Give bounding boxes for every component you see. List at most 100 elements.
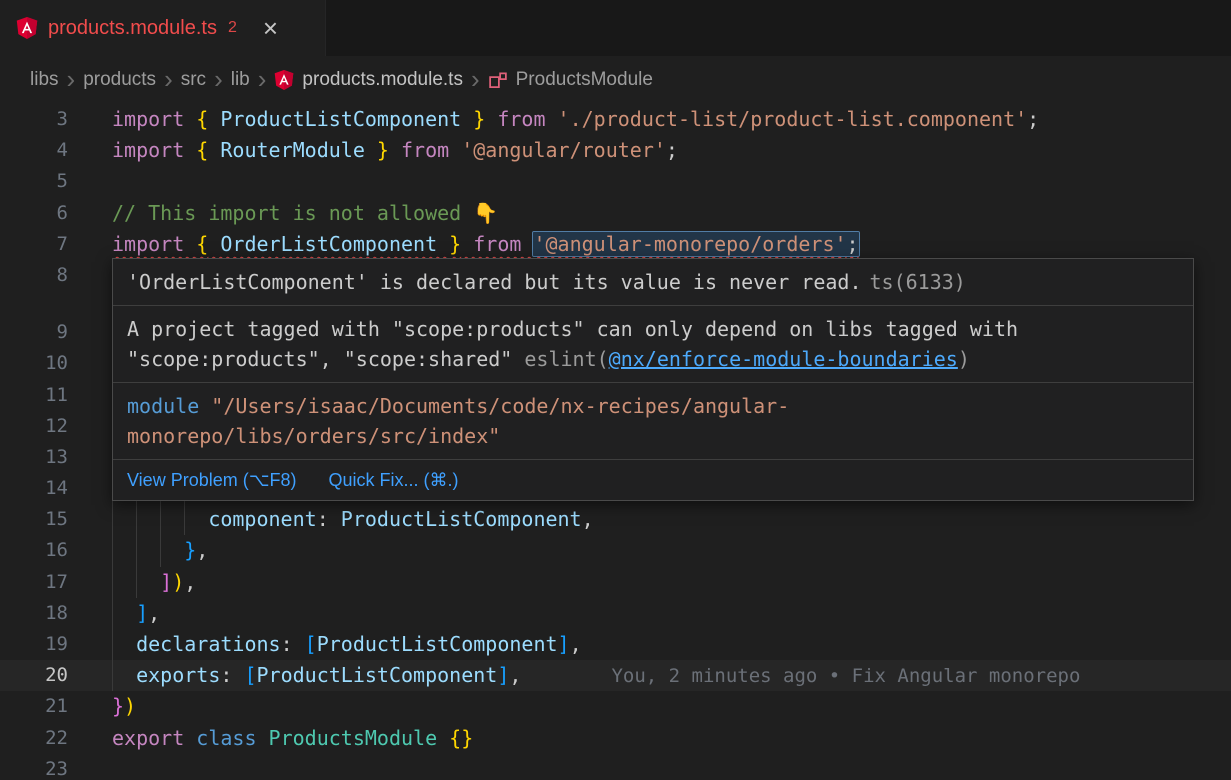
hover-eslint-diagnostic: A project tagged with "scope:products" c… (113, 305, 1193, 382)
angular-icon (274, 70, 294, 90)
line-code: import { RouterModule } from '@angular/r… (68, 135, 678, 166)
code-line[interactable]: 23 (0, 754, 1231, 780)
eslint-source-prefix: eslint( (524, 347, 608, 371)
tab-products-module[interactable]: products.module.ts 2 × (0, 0, 326, 56)
code-line[interactable]: 3import { ProductListComponent } from '.… (0, 104, 1231, 135)
code-line[interactable]: 4import { RouterModule } from '@angular/… (0, 135, 1231, 166)
indent-guide (112, 567, 136, 598)
breadcrumb-item-file[interactable]: products.module.ts (274, 69, 463, 91)
indent-guide (112, 504, 136, 535)
indent-guide (112, 629, 136, 660)
eslint-source-suffix: ) (958, 347, 970, 371)
line-number[interactable]: 13 (0, 442, 68, 473)
indent-guide (112, 535, 136, 566)
line-code (68, 166, 112, 197)
code-line[interactable]: 15component: ProductListComponent, (0, 504, 1231, 535)
chevron-right-icon: › (59, 66, 84, 95)
tab-title: products.module.ts (48, 17, 217, 40)
quick-fix-action[interactable]: Quick Fix... (⌘.) (328, 466, 458, 494)
line-number[interactable]: 23 (0, 754, 68, 780)
line-code: import { ProductListComponent } from './… (68, 104, 1039, 135)
breadcrumb-item-lib[interactable]: lib (231, 69, 250, 91)
line-number[interactable]: 9 (0, 317, 68, 348)
git-blame-annotation: You, 2 minutes ago • Fix Angular monorep… (611, 665, 1080, 687)
indent-guide (160, 504, 184, 535)
module-path-line-2: monorepo/libs/orders/src/index" (127, 421, 1179, 451)
line-number[interactable]: 6 (0, 198, 68, 229)
chevron-right-icon: › (156, 66, 181, 95)
line-code: // This import is not allowed 👇 (68, 198, 498, 229)
code-line[interactable]: 20exports: [ProductListComponent],You, 2… (0, 660, 1231, 691)
breadcrumb-item-symbol[interactable]: ProductsModule (488, 69, 653, 91)
breadcrumb-item-libs[interactable]: libs (30, 69, 59, 91)
line-number[interactable]: 20 (0, 660, 68, 691)
eslint-message-line-1: A project tagged with "scope:products" c… (127, 314, 1179, 344)
line-code: declarations: [ProductListComponent], (68, 629, 582, 660)
breadcrumb-item-src[interactable]: src (181, 69, 206, 91)
chevron-right-icon: › (463, 66, 488, 95)
line-number[interactable]: 7 (0, 229, 68, 260)
breadcrumb: libs › products › src › lib › products.m… (0, 56, 1231, 104)
hover-status-bar: View Problem (⌥F8) Quick Fix... (⌘.) (113, 459, 1193, 500)
class-symbol-icon (488, 70, 508, 90)
code-line[interactable]: 18], (0, 598, 1231, 629)
line-number[interactable]: 15 (0, 504, 68, 535)
hover-word-highlight: '@angular-monorepo/orders'; (533, 232, 858, 256)
hover-widget: 'OrderListComponent' is declared but its… (112, 258, 1194, 501)
line-code: ]), (68, 567, 196, 598)
code-line[interactable]: 7import { OrderListComponent } from '@an… (0, 229, 1231, 260)
indent-guide (184, 504, 208, 535)
indent-guide (160, 535, 184, 566)
code-editor: 3import { ProductListComponent } from '.… (0, 104, 1231, 780)
close-icon[interactable]: × (263, 15, 278, 41)
tab-problem-count-badge: 2 (228, 19, 237, 37)
line-number[interactable]: 18 (0, 598, 68, 629)
line-number[interactable]: 5 (0, 166, 68, 197)
line-number[interactable]: 12 (0, 411, 68, 442)
eslint-message-line-2: "scope:products", "scope:shared" eslint(… (127, 344, 1179, 374)
line-code: export class ProductsModule {} (68, 723, 473, 754)
module-keyword: module (127, 394, 211, 418)
chevron-right-icon: › (250, 66, 275, 95)
ts-diagnostic-source: ts(6133) (870, 270, 966, 294)
angular-icon (16, 17, 38, 39)
code-line[interactable]: 17]), (0, 567, 1231, 598)
line-number[interactable]: 3 (0, 104, 68, 135)
indent-guide (112, 598, 136, 629)
tab-bar: products.module.ts 2 × (0, 0, 1231, 56)
indent-guide (136, 567, 160, 598)
code-line[interactable]: 22export class ProductsModule {} (0, 723, 1231, 754)
ts-diagnostic-message: 'OrderListComponent' is declared but its… (127, 270, 862, 294)
module-path-line-1: "/Users/isaac/Documents/code/nx-recipes/… (211, 394, 789, 418)
indent-guide (136, 504, 160, 535)
line-code: import { OrderListComponent } from '@ang… (68, 229, 859, 260)
code-line[interactable]: 21}) (0, 691, 1231, 722)
line-number[interactable]: 14 (0, 473, 68, 504)
line-code: ], (68, 598, 160, 629)
line-code: exports: [ProductListComponent],You, 2 m… (68, 660, 1080, 691)
breadcrumb-item-products[interactable]: products (83, 69, 156, 91)
line-number[interactable]: 22 (0, 723, 68, 754)
chevron-right-icon: › (206, 66, 231, 95)
line-number[interactable]: 16 (0, 535, 68, 566)
view-problem-action[interactable]: View Problem (⌥F8) (127, 466, 296, 494)
eslint-rule-link[interactable]: @nx/enforce-module-boundaries (609, 347, 958, 371)
line-code: }, (68, 535, 208, 566)
line-code: component: ProductListComponent, (68, 504, 594, 535)
hover-module-info: module "/Users/isaac/Documents/code/nx-r… (113, 382, 1193, 459)
line-number[interactable]: 17 (0, 567, 68, 598)
indent-guide (136, 535, 160, 566)
line-number[interactable]: 4 (0, 135, 68, 166)
code-line[interactable]: 19declarations: [ProductListComponent], (0, 629, 1231, 660)
breadcrumb-symbol-label: ProductsModule (516, 69, 653, 91)
line-number[interactable]: 11 (0, 380, 68, 411)
code-line[interactable]: 6// This import is not allowed 👇 (0, 198, 1231, 229)
line-number[interactable]: 10 (0, 348, 68, 379)
code-line[interactable]: 5 (0, 166, 1231, 197)
line-number[interactable]: 21 (0, 691, 68, 722)
line-number[interactable]: 19 (0, 629, 68, 660)
line-number[interactable]: 8 (0, 260, 68, 291)
line-code (68, 754, 112, 780)
line-code: }) (68, 691, 136, 722)
code-line[interactable]: 16}, (0, 535, 1231, 566)
